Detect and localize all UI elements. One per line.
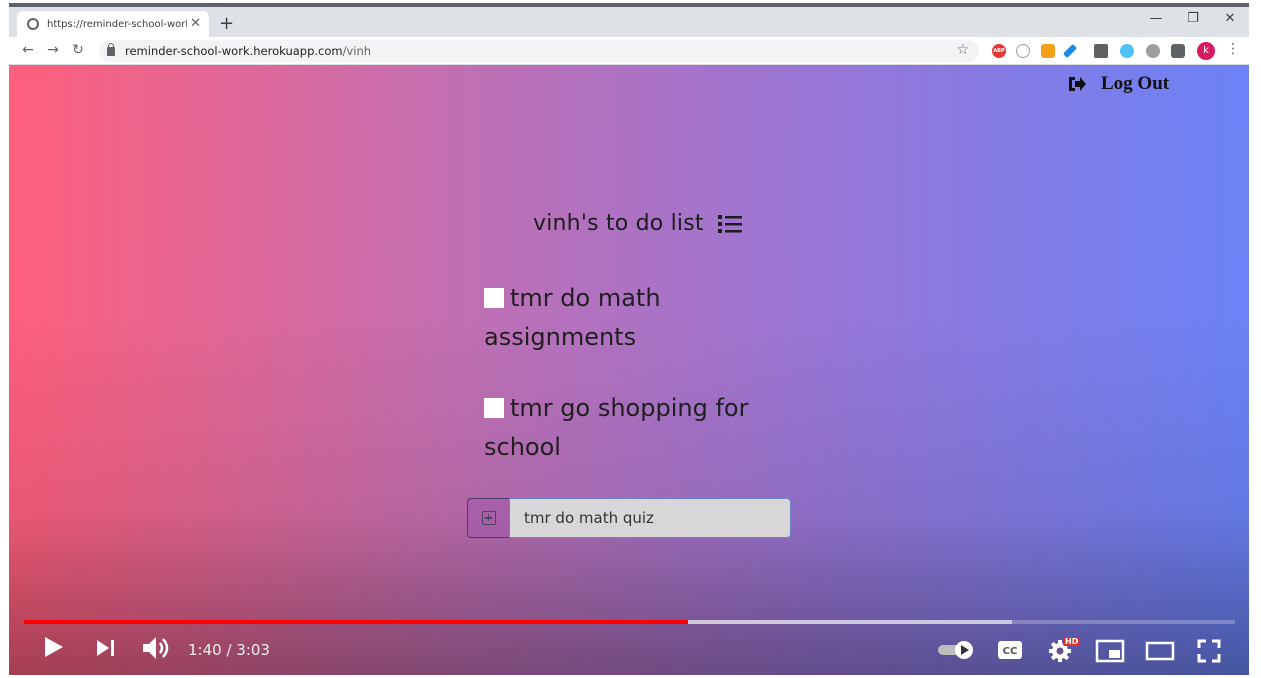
lock-icon [107, 42, 115, 56]
browser-menu-button[interactable]: ⋮ [1226, 41, 1240, 57]
key-extension-icon[interactable] [1041, 44, 1055, 58]
puzzle-extensions-icon[interactable] [1171, 44, 1185, 58]
logout-label: Log Out [1101, 73, 1170, 94]
search-extension-icon[interactable] [1120, 44, 1134, 58]
video-time: 1:40 / 3:03 [188, 641, 270, 659]
logout-button[interactable]: Log Out [1067, 73, 1169, 95]
url-path: /vinh [342, 44, 372, 58]
back-button[interactable]: ← [19, 42, 37, 58]
globe-icon [27, 18, 39, 30]
new-item-input[interactable] [509, 498, 791, 538]
new-tab-button[interactable]: + [219, 13, 234, 34]
todo-checkbox[interactable] [484, 398, 504, 418]
play-icon[interactable] [43, 635, 65, 659]
pen-extension-icon[interactable] [1062, 43, 1078, 59]
todo-item: tmr go shopping for school [484, 389, 784, 467]
browser-window: https://reminder-school-work.he ✕ + — ❐ … [9, 3, 1249, 675]
circle-extension-icon[interactable] [1146, 44, 1160, 58]
todo-item: tmr do math assignments [484, 279, 784, 357]
sign-out-icon [1069, 77, 1086, 91]
facebook-extension-icon[interactable] [1094, 44, 1108, 58]
adblock-extension-icon[interactable]: ABP [992, 44, 1006, 58]
bookmark-star-icon[interactable]: ☆ [956, 42, 969, 58]
restore-button[interactable]: ❐ [1183, 11, 1203, 26]
todo-text: tmr do math assignments [484, 284, 661, 351]
todo-checkbox[interactable] [484, 288, 504, 308]
list-icon [717, 214, 742, 233]
list-header: vinh's to do list [533, 211, 742, 236]
svg-text:CC: CC [1003, 646, 1018, 657]
add-item-button[interactable] [467, 498, 509, 538]
next-video-icon[interactable] [96, 639, 116, 657]
url-host: reminder-school-work.herokuapp.com [125, 44, 343, 58]
todo-text: tmr go shopping for school [484, 394, 749, 461]
miniplayer-icon[interactable] [1095, 639, 1125, 663]
video-progress-bar[interactable] [24, 620, 1235, 624]
forward-button[interactable]: → [44, 42, 62, 58]
add-item-form [467, 498, 791, 538]
volume-icon[interactable] [142, 635, 170, 661]
reload-button[interactable]: ↻ [69, 42, 87, 58]
video-frame: Log Out vinh's to do list tmr do math as… [9, 65, 1249, 675]
close-window-button[interactable]: ✕ [1220, 11, 1240, 26]
address-bar[interactable]: reminder-school-work.herokuapp.com/vinh … [99, 40, 979, 62]
page-title: vinh's to do list [533, 211, 704, 236]
tab-close-button[interactable]: ✕ [190, 16, 201, 31]
played-bar [24, 620, 688, 624]
minimize-button[interactable]: — [1146, 11, 1166, 26]
tab-title: https://reminder-school-work.he [47, 18, 187, 30]
captions-icon[interactable]: CC [997, 640, 1023, 660]
browser-toolbar: ← → ↻ reminder-school-work.herokuapp.com… [9, 37, 1249, 65]
hd-badge: HD [1063, 637, 1081, 646]
tab-strip: https://reminder-school-work.he ✕ + — ❐ … [9, 7, 1249, 37]
autoplay-toggle-icon[interactable] [937, 640, 975, 660]
theater-mode-icon[interactable] [1145, 641, 1175, 661]
eyedropper-extension-icon[interactable] [1016, 44, 1030, 58]
browser-tab[interactable]: https://reminder-school-work.he ✕ [17, 11, 209, 37]
plus-square-icon [481, 511, 496, 525]
profile-avatar[interactable]: k [1197, 42, 1215, 60]
fullscreen-icon[interactable] [1197, 639, 1221, 663]
